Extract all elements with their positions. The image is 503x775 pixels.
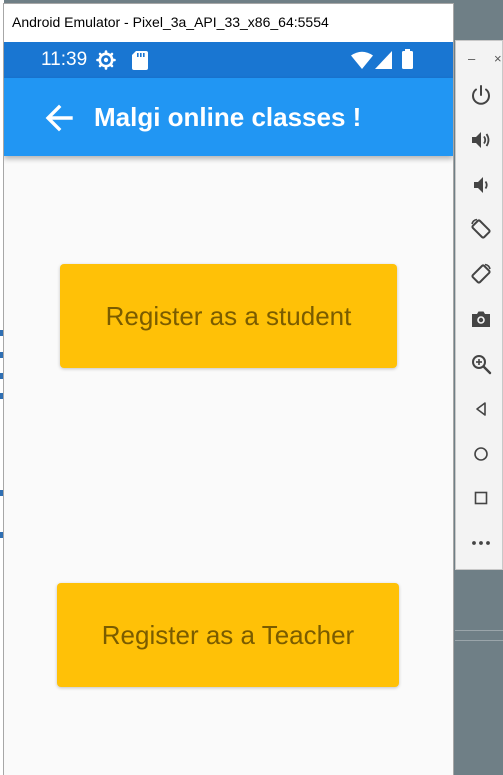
close-icon[interactable]: × bbox=[494, 51, 502, 66]
register-student-label: Register as a student bbox=[105, 300, 352, 331]
battery-icon bbox=[402, 49, 413, 74]
status-time: 11:39 bbox=[41, 49, 88, 70]
rotate-right-icon[interactable] bbox=[470, 263, 492, 285]
register-student-button[interactable]: Register as a student bbox=[60, 264, 397, 368]
desktop-divider bbox=[455, 640, 503, 641]
emulator-side-toolbar: – × bbox=[455, 40, 503, 570]
power-icon[interactable] bbox=[470, 84, 492, 106]
camera-icon[interactable] bbox=[470, 308, 492, 330]
register-teacher-label: Register as a Teacher bbox=[101, 619, 355, 650]
back-icon[interactable] bbox=[470, 398, 492, 420]
wifi-icon bbox=[351, 51, 373, 74]
sd-card-icon bbox=[132, 51, 148, 75]
cell-signal-icon bbox=[375, 51, 392, 74]
overview-icon[interactable] bbox=[470, 487, 492, 509]
volume-up-icon[interactable] bbox=[470, 129, 492, 151]
app-bar: Malgi online classes ! bbox=[4, 78, 453, 156]
rotate-left-icon[interactable] bbox=[470, 218, 492, 240]
back-arrow-icon[interactable] bbox=[44, 104, 74, 132]
home-icon[interactable] bbox=[470, 443, 492, 465]
more-icon[interactable] bbox=[470, 532, 492, 554]
minimize-icon[interactable]: – bbox=[468, 51, 475, 66]
register-teacher-button[interactable]: Register as a Teacher bbox=[57, 583, 399, 687]
status-bar: 11:39 bbox=[4, 42, 453, 78]
settings-gear-icon bbox=[96, 50, 116, 75]
window-titlebar[interactable]: Android Emulator - Pixel_3a_API_33_x86_6… bbox=[4, 4, 453, 42]
app-title: Malgi online classes ! bbox=[94, 102, 362, 132]
desktop-divider bbox=[455, 630, 503, 631]
zoom-icon[interactable] bbox=[470, 353, 492, 375]
phone-screen: 11:39 Malgi online classes ! Register as… bbox=[4, 42, 453, 775]
window-title: Android Emulator - Pixel_3a_API_33_x86_6… bbox=[12, 14, 329, 30]
volume-down-icon[interactable] bbox=[470, 174, 492, 196]
emulator-window: Android Emulator - Pixel_3a_API_33_x86_6… bbox=[3, 3, 454, 775]
